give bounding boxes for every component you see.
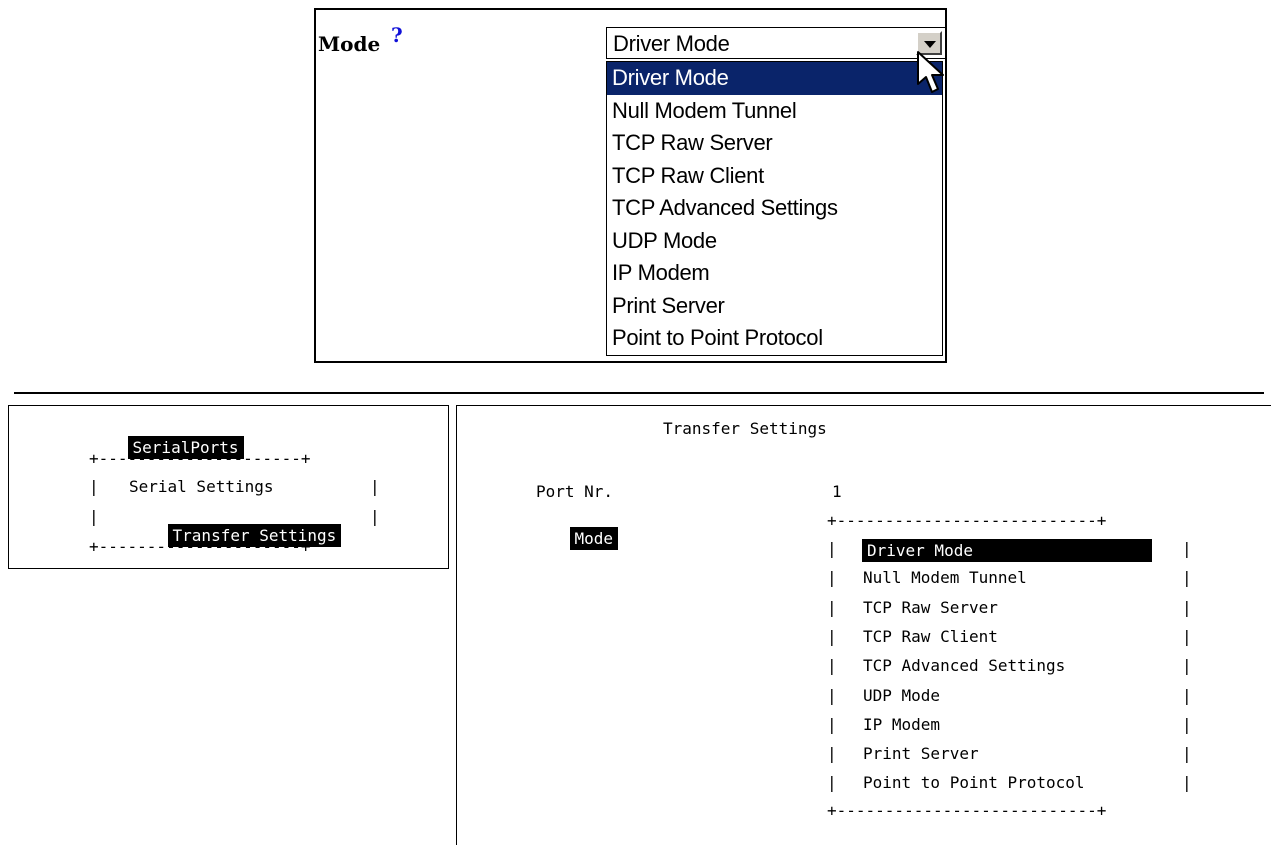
mouse-pointer-icon: [917, 51, 944, 93]
border-pipe: |: [827, 656, 837, 676]
mode-select-value: Driver Mode: [613, 31, 730, 56]
page-title: Transfer Settings: [663, 419, 827, 438]
border-pipe: |: [827, 685, 837, 705]
terminal-mode-option[interactable]: TCP Advanced Settings: [863, 656, 1065, 675]
border-pipe: |: [1182, 597, 1192, 617]
border-pipe: |: [1182, 626, 1192, 646]
terminal-mode-option[interactable]: IP Modem: [863, 715, 940, 734]
mode-option[interactable]: Print Server: [607, 290, 942, 323]
border-pipe: |: [370, 477, 380, 496]
terminal-mode-option[interactable]: Print Server: [863, 744, 979, 763]
mode-option[interactable]: Null Modem Tunnel: [607, 95, 942, 128]
border-pipe: |: [1182, 539, 1192, 558]
border-pipe: |: [827, 773, 837, 793]
border-pipe: |: [89, 507, 99, 526]
border-pipe: |: [1182, 744, 1192, 764]
question-mark-icon[interactable]: ?: [391, 23, 403, 47]
web-mode-panel: Mode ? Driver Mode Driver Mode Null Mode…: [314, 8, 947, 363]
border-pipe: |: [827, 539, 837, 558]
mode-option[interactable]: TCP Raw Client: [607, 160, 942, 193]
border-pipe: |: [827, 744, 837, 764]
port-label: Port Nr.: [536, 482, 614, 501]
separator-line: [14, 392, 1264, 394]
border-pipe: |: [1182, 568, 1192, 588]
mode-select[interactable]: Driver Mode: [606, 27, 946, 59]
terminal-mode-option[interactable]: TCP Raw Client: [863, 627, 998, 646]
mode-option[interactable]: TCP Raw Server: [607, 127, 942, 160]
terminal-mode-option[interactable]: Driver Mode: [862, 539, 1152, 562]
border-pipe: |: [370, 507, 380, 526]
port-value: 1: [832, 482, 842, 501]
border-pipe: |: [1182, 656, 1192, 676]
terminal-mode-option[interactable]: TCP Raw Server: [863, 598, 998, 617]
mode-option[interactable]: UDP Mode: [607, 225, 942, 258]
list-border-top: +---------------------------+: [827, 511, 1107, 530]
chevron-down-icon: [924, 41, 936, 48]
terminal-settings-panel: Transfer Settings Port Nr. 1 Mode +-----…: [456, 405, 1271, 845]
border-pipe: |: [827, 626, 837, 646]
mode-option[interactable]: TCP Advanced Settings: [607, 192, 942, 225]
menu-item-serial-settings[interactable]: Serial Settings: [129, 477, 274, 496]
mode-option[interactable]: Point to Point Protocol: [607, 322, 942, 355]
border-pipe: |: [827, 714, 837, 734]
border-pipe: |: [89, 477, 99, 496]
border-pipe: |: [1182, 685, 1192, 705]
terminal-menu-panel: SerialPorts +---------------------+ | Se…: [8, 405, 449, 569]
mode-dropdown-list: Driver Mode Null Modem Tunnel TCP Raw Se…: [606, 61, 943, 356]
mode-field-label[interactable]: Mode: [569, 527, 619, 550]
terminal-mode-option[interactable]: Null Modem Tunnel: [863, 568, 1027, 587]
mode-option[interactable]: Driver Mode: [607, 62, 942, 95]
terminal-mode-option[interactable]: UDP Mode: [863, 686, 940, 705]
border-pipe: |: [827, 568, 837, 588]
list-border-bottom: +---------------------------+: [827, 801, 1107, 820]
menu-border-top: +---------------------+: [89, 449, 311, 468]
menu-border-bottom: +---------------------+: [89, 537, 311, 556]
border-pipe: |: [827, 597, 837, 617]
border-pipe: |: [1182, 714, 1192, 734]
terminal-mode-option-selected[interactable]: Driver Mode: [862, 539, 1152, 562]
mode-option[interactable]: IP Modem: [607, 257, 942, 290]
mode-label: Mode: [318, 32, 381, 56]
border-pipe: |: [1182, 773, 1192, 793]
terminal-mode-option[interactable]: Point to Point Protocol: [863, 773, 1085, 792]
